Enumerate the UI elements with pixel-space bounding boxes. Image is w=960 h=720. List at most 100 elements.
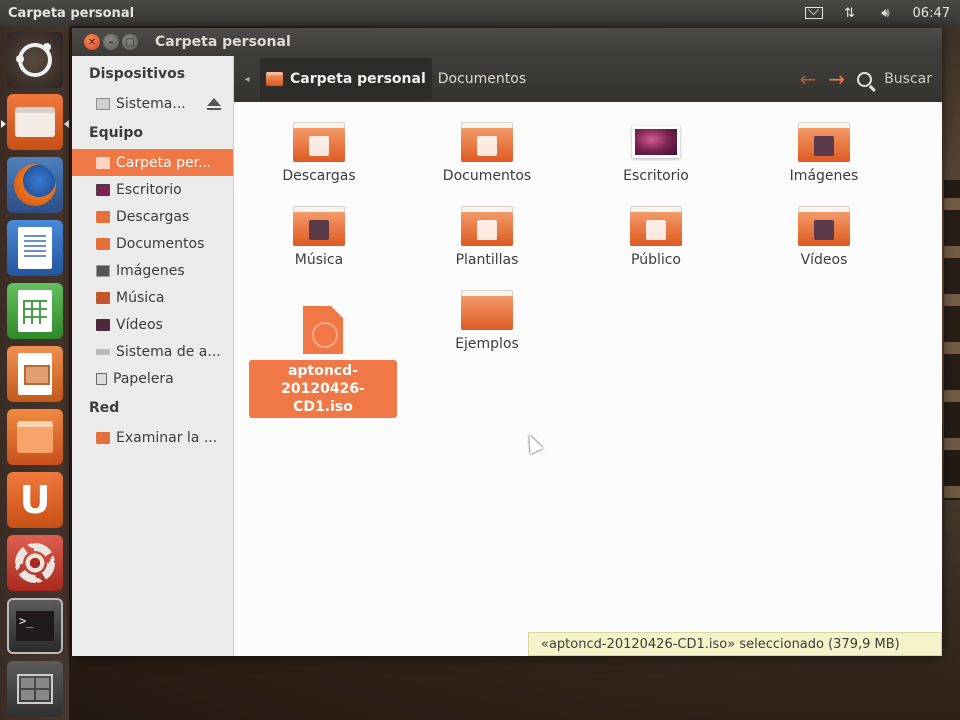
sidebar-item-desktop[interactable]: Escritorio — [72, 176, 233, 203]
network-browse-icon — [96, 431, 110, 444]
sidebar-item-label: Imágenes — [116, 262, 185, 279]
music-icon — [96, 291, 110, 304]
sidebar-item-trash[interactable]: Papelera — [72, 365, 233, 392]
calc-launcher[interactable] — [7, 283, 63, 339]
templates-folder-icon — [461, 206, 513, 246]
network-icon[interactable]: ⇅ — [841, 6, 859, 21]
file-item-music[interactable]: Música — [244, 206, 394, 268]
file-name: Documentos — [442, 168, 532, 184]
top-panel-title: Carpeta personal — [8, 5, 135, 21]
sidebar-item-home[interactable]: Carpeta per... — [72, 149, 233, 176]
writer-launcher[interactable] — [7, 220, 63, 276]
location-toolbar: ◂ Carpeta personal Documentos ← → Buscar — [234, 56, 942, 102]
sidebar-item-label: Sistema de a... — [116, 343, 221, 360]
sidebar-item-label: Papelera — [113, 370, 174, 387]
software-center-launcher[interactable] — [7, 409, 63, 465]
sidebar-item-label: Documentos — [116, 235, 205, 252]
documents-folder-icon — [461, 122, 513, 162]
forward-arrow-icon[interactable]: → — [828, 67, 845, 91]
sidebar-item-documents[interactable]: Documentos — [72, 230, 233, 257]
maximize-button[interactable]: □ — [122, 34, 138, 50]
home-folder-icon — [266, 72, 283, 86]
top-panel: Carpeta personal ⇅ 🔊︎ 06:47 — [0, 0, 960, 26]
file-name-selected: aptoncd-20120426- CD1.iso — [249, 360, 397, 418]
file-item-desktop[interactable]: Escritorio — [581, 122, 731, 184]
mail-icon[interactable] — [804, 6, 823, 20]
firefox-launcher[interactable] — [7, 157, 63, 213]
file-name: Descargas — [282, 168, 356, 184]
file-name: Público — [631, 252, 681, 268]
sidebar-item-downloads[interactable]: Descargas — [72, 203, 233, 230]
file-manager-window: ✕ – □ Carpeta personal Dispositivos Sist… — [72, 28, 942, 656]
breadcrumb-documents[interactable]: Documentos — [432, 58, 532, 100]
ubuntu-one-launcher[interactable]: U — [7, 472, 63, 528]
sidebar-item-label: Música — [116, 289, 165, 306]
sidebar-item-pictures[interactable]: Imágenes — [72, 257, 233, 284]
music-folder-icon — [293, 206, 345, 246]
running-indicator — [1, 120, 6, 128]
examples-folder-link-icon — [461, 290, 513, 330]
sidebar-item-browse-network[interactable]: Examinar la ... — [72, 424, 233, 451]
breadcrumb-label: Carpeta personal — [290, 71, 426, 87]
file-name: Imágenes — [789, 168, 859, 184]
file-name-line: CD1.iso — [293, 399, 353, 415]
files-launcher[interactable] — [7, 94, 63, 150]
impress-icon — [18, 353, 52, 395]
desktop-wallpaper-icon — [632, 126, 680, 158]
clock[interactable]: 06:47 — [913, 6, 950, 21]
sidebar-heading-devices: Dispositivos — [89, 66, 186, 82]
terminal-launcher[interactable]: >_ — [7, 598, 63, 654]
iso-file-icon — [303, 306, 343, 354]
file-item-templates[interactable]: Plantillas — [412, 206, 562, 268]
file-name: Vídeos — [800, 252, 848, 268]
close-button[interactable]: ✕ — [84, 34, 100, 50]
sidebar-item-music[interactable]: Música — [72, 284, 233, 311]
pictures-icon — [96, 264, 110, 277]
drive-icon — [96, 97, 110, 110]
gear-icon — [15, 543, 55, 583]
sidebar-item-label: Carpeta per... — [116, 154, 212, 171]
folder-icon — [15, 107, 55, 137]
sidebar-item-filesystem[interactable]: Sistema de a... — [72, 338, 233, 365]
back-arrow-icon[interactable]: ← — [800, 67, 817, 91]
videos-icon — [96, 318, 110, 331]
system-settings-launcher[interactable] — [7, 535, 63, 591]
impress-launcher[interactable] — [7, 346, 63, 402]
file-item-public[interactable]: Público — [581, 206, 731, 268]
search-button[interactable]: Buscar — [884, 71, 932, 87]
launcher: U >_ — [0, 26, 70, 720]
eject-icon[interactable] — [207, 98, 221, 110]
pictures-folder-icon — [798, 122, 850, 162]
downloads-folder-icon — [293, 122, 345, 162]
sidebar-item-label: Sistema... — [116, 95, 186, 112]
volume-icon[interactable]: 🔊︎ — [877, 6, 895, 21]
shopping-bag-icon — [17, 421, 53, 453]
sidebar-item-videos[interactable]: Vídeos — [72, 311, 233, 338]
file-item-pictures[interactable]: Imágenes — [749, 122, 899, 184]
firefox-icon — [14, 164, 56, 206]
file-item-downloads[interactable]: Descargas — [244, 122, 394, 184]
file-item-examples[interactable]: Ejemplos — [412, 290, 562, 352]
sidebar-item-label: Descargas — [116, 208, 190, 225]
minimize-button[interactable]: – — [103, 34, 119, 50]
breadcrumb-home[interactable]: Carpeta personal — [260, 58, 432, 100]
focus-indicator — [64, 120, 69, 128]
dash-home-button[interactable] — [7, 32, 63, 88]
file-item-videos[interactable]: Vídeos — [749, 206, 899, 268]
writer-icon — [18, 227, 52, 269]
videos-folder-icon — [798, 206, 850, 246]
window-titlebar[interactable]: ✕ – □ Carpeta personal — [72, 28, 942, 56]
workspaces-icon — [17, 674, 53, 704]
public-folder-icon — [630, 206, 682, 246]
file-item-documents[interactable]: Documentos — [412, 122, 562, 184]
sidebar-heading-network: Red — [89, 400, 120, 416]
workspace-switcher-launcher[interactable] — [7, 661, 63, 717]
sidebar-item-system-drive[interactable]: Sistema... — [72, 90, 233, 117]
ubuntu-one-icon: U — [19, 478, 51, 522]
file-name: Música — [294, 252, 344, 268]
search-icon[interactable] — [857, 71, 873, 87]
file-item-iso-selected[interactable]: aptoncd-20120426- CD1.iso — [248, 306, 398, 418]
breadcrumb-scroll-left-icon[interactable]: ◂ — [234, 74, 260, 85]
system-tray: ⇅ 🔊︎ 06:47 — [804, 6, 960, 21]
trash-icon — [96, 372, 107, 385]
